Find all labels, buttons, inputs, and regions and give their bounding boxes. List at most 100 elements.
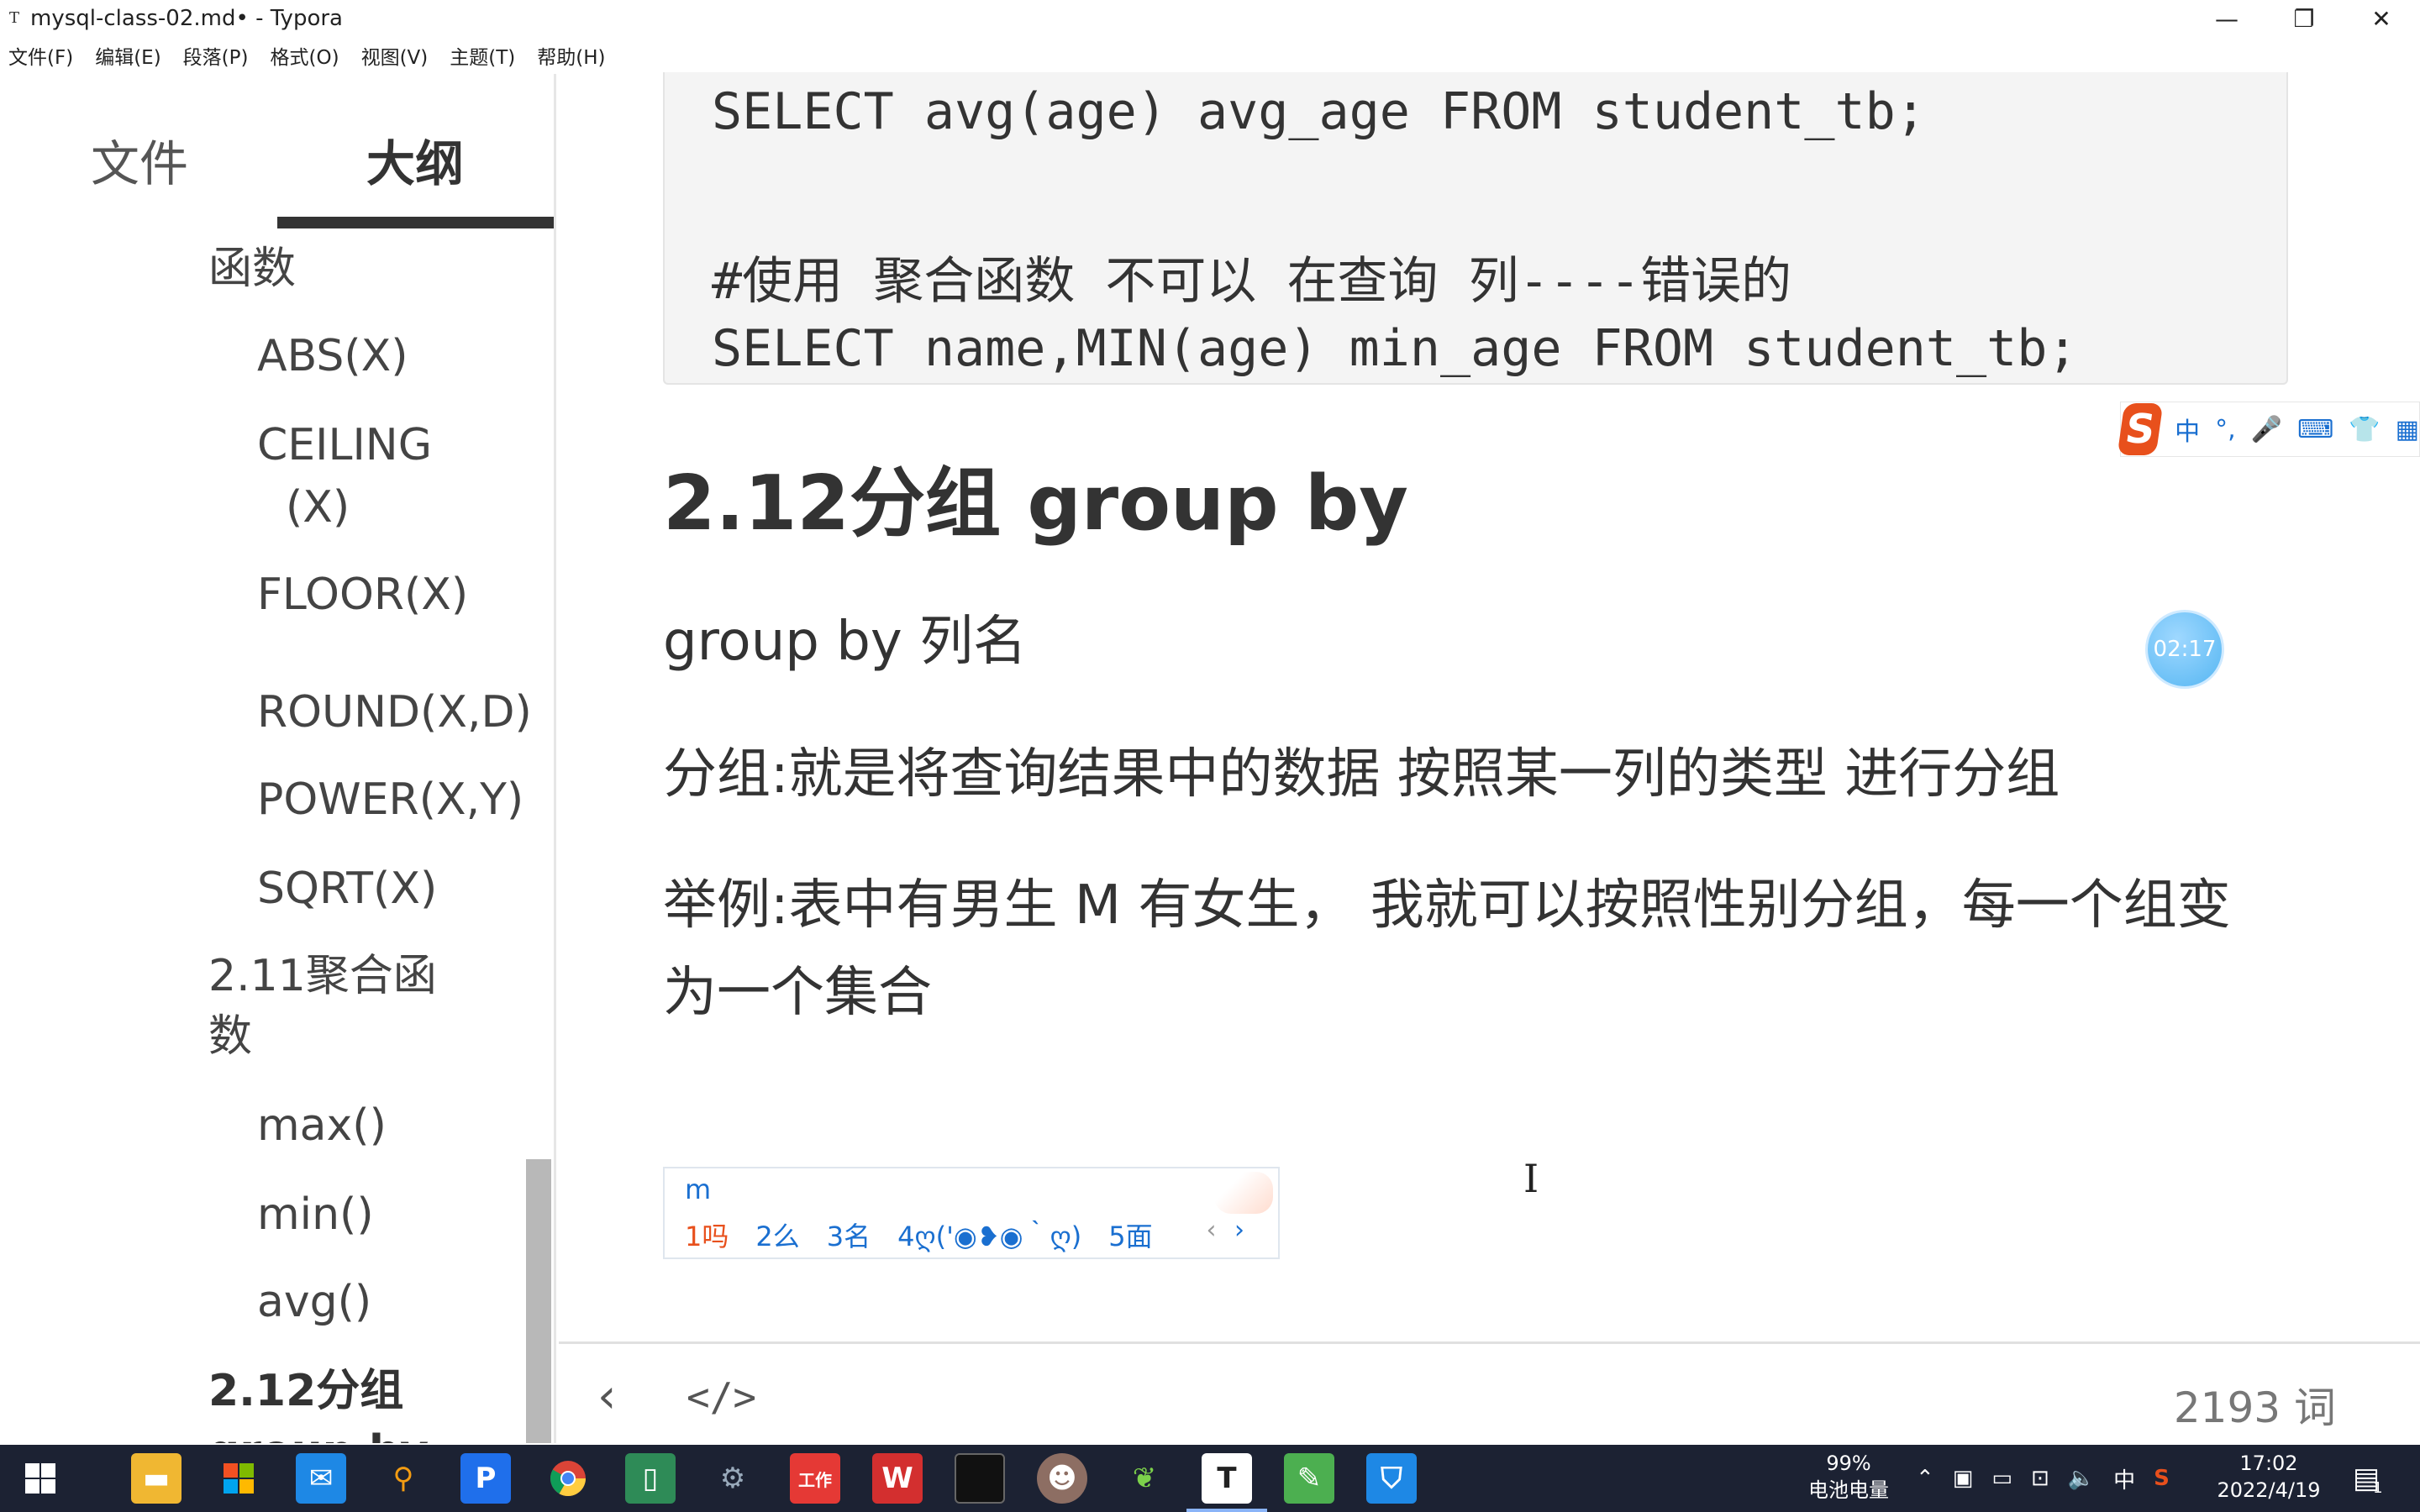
chrome-icon[interactable] (543, 1453, 593, 1504)
status-bar: ‹ </> 2193 词 (559, 1341, 2420, 1444)
close-button[interactable]: ✕ (2343, 0, 2420, 37)
sidebar-tabs: 文件 大纲 (0, 74, 554, 230)
user-avatar-app-icon[interactable]: ☻ (1037, 1453, 1087, 1504)
menu-edit[interactable]: 编辑(E) (95, 41, 160, 70)
outline-item[interactable]: max() (257, 1095, 387, 1156)
active-tab-indicator (277, 217, 554, 228)
ime-candidate[interactable]: 5面 (1108, 1215, 1152, 1254)
ime-candidate[interactable]: 4ღ('◉❥◉｀ღ) (897, 1215, 1081, 1254)
ime-prev-page-icon[interactable]: ‹ (1206, 1215, 1216, 1245)
window-title: mysql-class-02.md• - Typora (30, 6, 343, 31)
outline-item[interactable]: POWER(X,Y) (257, 769, 523, 830)
sogou-logo-icon[interactable]: S (2117, 403, 2164, 455)
ime-composition: m (685, 1173, 712, 1205)
ime-next-page-icon[interactable]: › (1234, 1215, 1244, 1245)
code-line: SELECT name,MIN(age) min_age FROM studen… (712, 319, 2078, 378)
battery-percent: 99% (1826, 1452, 1871, 1475)
typora-taskbar-icon[interactable]: T (1202, 1453, 1252, 1504)
outline-item[interactable]: 2.11聚合函 (208, 946, 437, 1006)
power-icon[interactable]: ▭ (1991, 1466, 2012, 1491)
menu-view[interactable]: 视图(V) (361, 41, 429, 70)
leaf-app-icon[interactable]: ❦ (1119, 1453, 1170, 1504)
ime-candidate-panel: m 1吗 2么 3名 4ღ('◉❥◉｀ღ) 5面 ‹ › (663, 1167, 1280, 1259)
volume-icon[interactable]: 🔈 (2068, 1466, 2095, 1491)
outline-item[interactable]: avg() (257, 1272, 371, 1332)
clock[interactable]: 17:02 2022/4/19 (2202, 1450, 2336, 1504)
outline-item-active[interactable]: group by (208, 1421, 429, 1443)
floating-timer[interactable]: 02:17 (2145, 610, 2224, 689)
skin-icon[interactable]: 👕 (2349, 415, 2380, 444)
paragraph: 为一个集合 (663, 962, 932, 1024)
code-block[interactable]: SELECT avg(age) avg_age FROM student_tb;… (663, 72, 2288, 385)
tab-files[interactable]: 文件 (91, 124, 188, 195)
menu-format[interactable]: 格式(O) (271, 41, 339, 70)
terminal-icon[interactable] (955, 1453, 1005, 1504)
outline-item[interactable]: ROUND(X,D) (257, 682, 532, 743)
usb-icon[interactable]: ▣ (1953, 1466, 1974, 1491)
outline-item[interactable]: ABS(X) (257, 326, 408, 386)
ime-candidates: 1吗 2么 3名 4ღ('◉❥◉｀ღ) 5面 (685, 1215, 1180, 1254)
notification-count: 1 (2373, 1478, 2383, 1497)
sidebar: 文件 大纲 函数 ABS(X) CEILING (X) FLOOR(X) ROU… (0, 74, 556, 1443)
work-app-icon[interactable]: 工作 (790, 1453, 840, 1504)
ime-candidate[interactable]: 2么 (755, 1215, 799, 1254)
source-mode-icon[interactable]: </> (687, 1374, 756, 1420)
file-explorer-icon[interactable]: ▬ (131, 1453, 182, 1504)
network-icon[interactable]: ⊡ (2031, 1466, 2049, 1491)
section-heading: 2.12分组 group by (663, 459, 1408, 548)
ime-lang-indicator[interactable]: 中 (2113, 1463, 2135, 1494)
menu-paragraph[interactable]: 段落(P) (183, 41, 249, 70)
toggle-sidebar-icon[interactable]: ‹ (597, 1369, 616, 1424)
mail-icon[interactable]: ✉ (296, 1453, 346, 1504)
active-app-indicator (1186, 1509, 1267, 1512)
microphone-icon[interactable]: 🎤 (2251, 415, 2282, 444)
punctuation-icon[interactable]: °, (2215, 415, 2236, 444)
code-line: #使用 聚合函数 不可以 在查询 列----错误的 (712, 252, 1792, 311)
menu-bar: 文件(F) 编辑(E) 段落(P) 格式(O) 视图(V) 主题(T) 帮助(H… (0, 39, 628, 72)
notes-app-icon[interactable]: ▯ (625, 1453, 676, 1504)
paragraph: 举例:表中有男生 M 有女生， 我就可以按照性别分组，每一个组变 (663, 874, 2231, 937)
outline-item[interactable]: 函数 (208, 239, 296, 299)
outline-item[interactable]: 数 (208, 1006, 252, 1067)
battery-label: 电池电量 (1808, 1478, 1889, 1502)
ime-toolbar: S 中 °, 🎤 ⌨ 👕 ▦ (2117, 402, 2420, 457)
shield-app-icon[interactable]: ⛉ (1366, 1453, 1417, 1504)
ime-candidate[interactable]: 3名 (827, 1215, 871, 1254)
outline-item[interactable]: SQRT(X) (257, 858, 437, 919)
ime-lang-toggle[interactable]: 中 (2175, 411, 2200, 448)
notification-center-icon[interactable]: ▤ 1 (2353, 1445, 2383, 1512)
settings-gear-icon[interactable]: ⚙ (708, 1453, 758, 1504)
outline-item[interactable]: (X) (286, 477, 350, 538)
sogou-watermark-icon (1214, 1172, 1273, 1214)
typora-app-icon: T (8, 9, 19, 27)
clock-time: 17:02 (2239, 1452, 2298, 1475)
windows-start-icon[interactable] (15, 1453, 66, 1504)
battery-indicator[interactable]: 99% 电池电量 (1790, 1450, 1907, 1504)
sidebar-scrollbar[interactable] (526, 1159, 551, 1443)
outline-item[interactable]: FLOOR(X) (257, 564, 468, 625)
outline-item-active[interactable]: 2.12分组 (208, 1361, 403, 1421)
search-icon[interactable]: ⚲ (378, 1453, 429, 1504)
toolbox-icon[interactable]: ▦ (2396, 415, 2419, 444)
menu-theme[interactable]: 主题(T) (450, 41, 515, 70)
wps-icon[interactable]: W (872, 1453, 923, 1504)
store-icon[interactable] (213, 1453, 264, 1504)
tab-outline[interactable]: 大纲 (366, 124, 464, 195)
chevron-up-icon[interactable]: ⌃ (1916, 1466, 1934, 1491)
keyboard-icon[interactable]: ⌨ (2297, 415, 2333, 444)
taskbar: ▬ ✉ ⚲ P ▯ ⚙ 工作 W ☻ ❦ T ✎ ⛉ 99% 电池电量 ⌃ ▣ … (0, 1445, 2420, 1512)
outline-item[interactable]: min() (257, 1184, 374, 1245)
ime-candidate[interactable]: 1吗 (685, 1215, 729, 1254)
window-controls: — ❐ ✕ (2188, 0, 2420, 37)
outline-item[interactable]: CEILING (257, 415, 432, 475)
menu-help[interactable]: 帮助(H) (537, 41, 605, 70)
p-app-icon[interactable]: P (460, 1453, 511, 1504)
restore-button[interactable]: ❐ (2265, 0, 2343, 37)
paragraph: group by 列名 (663, 611, 1028, 673)
word-count[interactable]: 2193 词 (2174, 1374, 2336, 1435)
code-line: SELECT avg(age) avg_age FROM student_tb; (712, 82, 1926, 141)
document-app-icon[interactable]: ✎ (1284, 1453, 1334, 1504)
sogou-tray-icon[interactable]: S (2154, 1466, 2170, 1491)
minimize-button[interactable]: — (2188, 0, 2265, 37)
menu-file[interactable]: 文件(F) (8, 41, 73, 70)
